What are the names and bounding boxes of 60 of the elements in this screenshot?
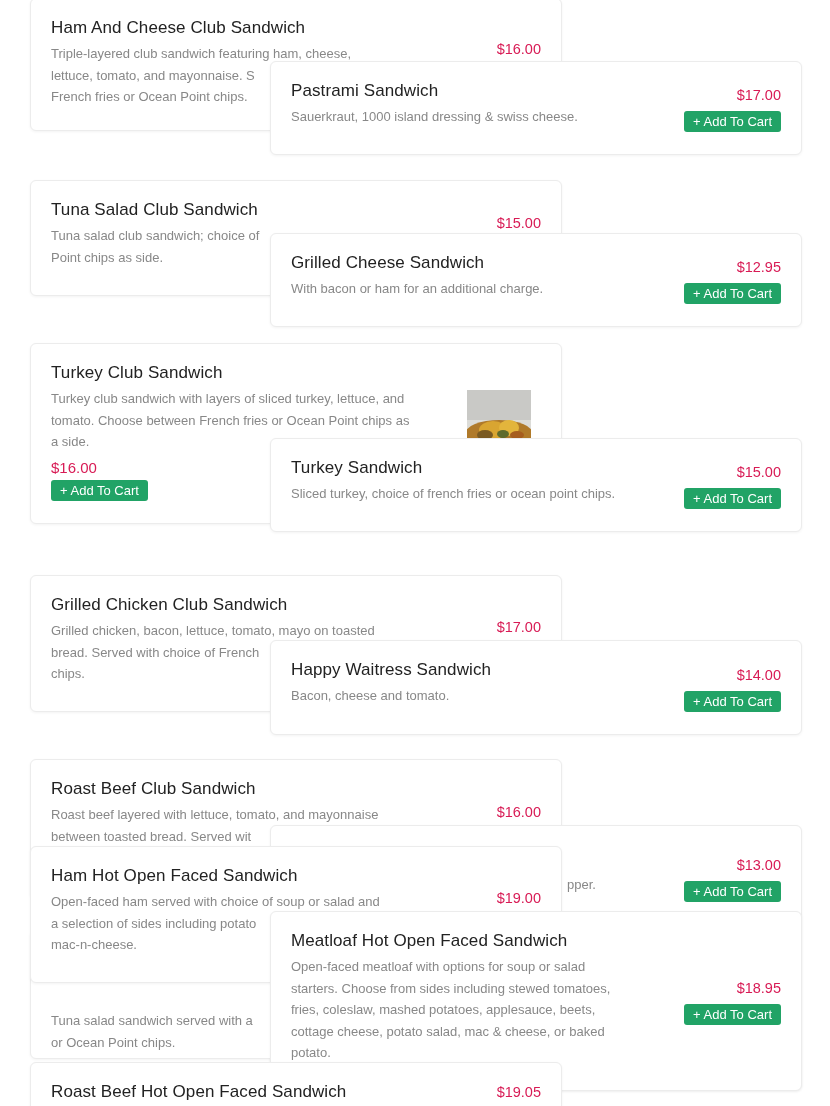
description-line: lettuce, tomato, and mayonnaise. S bbox=[51, 66, 255, 85]
item-title: Meatloaf Hot Open Faced Sandwich bbox=[291, 931, 569, 951]
description-line: Open-faced meatloaf with options for soup or salad bbox=[291, 958, 586, 976]
item-price: $17.00 bbox=[496, 619, 541, 635]
add-to-cart-button[interactable]: + Add To Cart bbox=[684, 111, 781, 132]
item-title: Turkey Sandwich bbox=[291, 458, 424, 478]
item-price: $14.00 bbox=[736, 666, 781, 683]
description-line: Grilled chicken, bacon, lettuce, tomato, mayo on toasted bbox=[51, 622, 375, 640]
item-price: $16.00 bbox=[496, 804, 541, 820]
description-line: Roast beef layered with lettuce, tomato, and mayonnaise bbox=[51, 806, 379, 824]
description-line: bread. Served with choice of French bbox=[51, 643, 260, 662]
item-price: $13.00 bbox=[736, 857, 781, 873]
add-to-cart-button[interactable]: + Add To Cart bbox=[684, 488, 781, 509]
item-title: Pastrami Sandwich bbox=[291, 81, 440, 101]
description-line: Open-faced ham served with choice of soup or salad and bbox=[51, 893, 380, 911]
description-line: cottage cheese, potato salad, mac & cheese, or baked bbox=[291, 1022, 605, 1041]
description-line: French fries or Ocean Point chips. bbox=[51, 88, 248, 106]
description-line: between toasted bread. Served wit bbox=[51, 827, 252, 846]
description-line: chips. bbox=[51, 665, 85, 683]
description-line: Turkey club sandwich with layers of sliced turkey, lettuce, and bbox=[51, 390, 405, 408]
description-line: fries, coleslaw, mashed potatoes, applesauce, beets, bbox=[291, 1001, 596, 1019]
item-price: $15.00 bbox=[496, 215, 541, 231]
description-line: pper. bbox=[567, 876, 596, 894]
item-price: $16.00 bbox=[496, 41, 541, 57]
add-to-cart-button[interactable]: + Add To Cart bbox=[684, 283, 781, 304]
item-price: $15.00 bbox=[736, 464, 781, 480]
item-title: Ham And Cheese Club Sandwich bbox=[51, 18, 307, 38]
description-line: or Ocean Point chips. bbox=[51, 1033, 176, 1052]
description-line: tomato. Choose between French fries or Ocean Point chips as bbox=[51, 411, 410, 430]
add-to-cart-button[interactable]: + Add To Cart bbox=[684, 1004, 781, 1025]
item-price: $17.00 bbox=[736, 87, 781, 103]
item-title: Roast Beef Hot Open Faced Sandwich bbox=[51, 1082, 348, 1102]
item-title: Grilled Cheese Sandwich bbox=[291, 253, 486, 273]
description-line: Triple-layered club sandwich featuring ham, cheese, bbox=[51, 45, 352, 63]
add-to-cart-button[interactable]: + Add To Cart bbox=[684, 881, 781, 902]
item-price: $19.00 bbox=[496, 890, 541, 906]
item-title: Happy Waitress Sandwich bbox=[291, 660, 493, 680]
item-price: $12.95 bbox=[736, 259, 781, 275]
add-to-cart-button[interactable]: + Add To Cart bbox=[684, 690, 781, 712]
add-to-cart-button[interactable]: + Add To Cart bbox=[51, 479, 148, 501]
item-price: $19.05 bbox=[496, 1084, 541, 1100]
item-price: $16.00 bbox=[51, 458, 97, 476]
item-title: Grilled Chicken Club Sandwich bbox=[51, 595, 289, 615]
description-line: Tuna salad club sandwich; choice of bbox=[51, 227, 260, 245]
description-line: a side. bbox=[51, 433, 90, 451]
description-line: mac-n-cheese. bbox=[51, 936, 137, 954]
item-title: Ham Hot Open Faced Sandwich bbox=[51, 866, 299, 886]
description-line: starters. Choose from sides including stewed tomatoes, bbox=[291, 979, 611, 998]
item-price: $18.95 bbox=[736, 980, 781, 996]
item-title: Tuna Salad Club Sandwich bbox=[51, 200, 259, 220]
description-line: a selection of sides including potato bbox=[51, 914, 257, 933]
description-line: Sauerkraut, 1000 island dressing & swiss cheese. bbox=[291, 108, 578, 126]
description-line: Bacon, cheese and tomato. bbox=[291, 687, 450, 705]
description-line: Point chips as side. bbox=[51, 248, 163, 267]
description-line: Sliced turkey, choice of french fries or ocean point chips. bbox=[291, 485, 616, 503]
item-title: Roast Beef Club Sandwich bbox=[51, 779, 257, 799]
description-line: Tuna salad sandwich served with a bbox=[51, 1012, 253, 1030]
item-title: Turkey Club Sandwich bbox=[51, 363, 224, 383]
description-line: With bacon or ham for an additional charge. bbox=[291, 280, 544, 298]
description-line: potato. bbox=[291, 1044, 331, 1062]
